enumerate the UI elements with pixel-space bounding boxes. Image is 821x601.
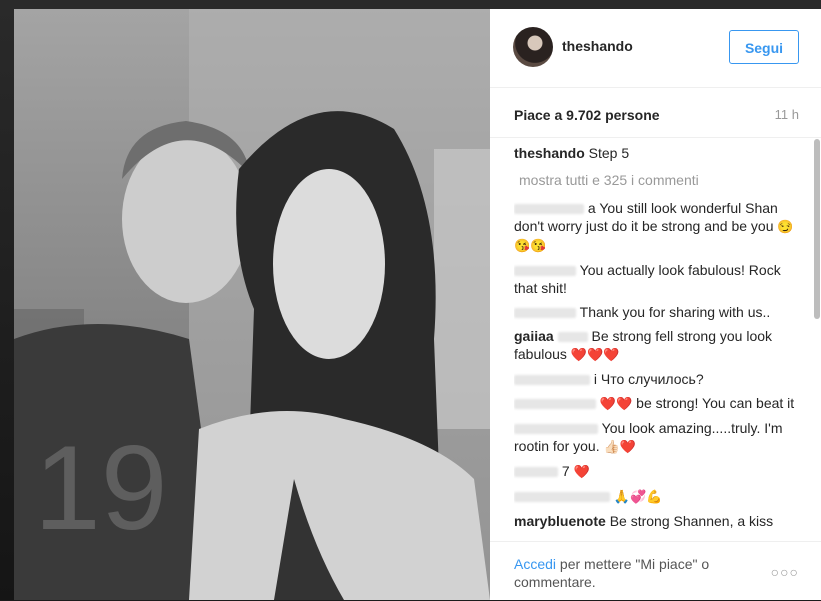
comment-username-redacted bbox=[514, 492, 610, 503]
avatar[interactable] bbox=[513, 27, 553, 67]
comment-username-redacted bbox=[514, 266, 576, 277]
login-link[interactable]: Accedi bbox=[514, 556, 556, 572]
follow-button[interactable]: Segui bbox=[729, 30, 799, 64]
comment-username-redacted bbox=[557, 332, 588, 343]
comment-item: 🙏💞💪 bbox=[514, 487, 806, 506]
post-sidebar: theshando Segui Piace a 9.702 persone 11… bbox=[490, 9, 821, 600]
comment-emoji: 🙏💞💪 bbox=[613, 489, 663, 504]
comment-emoji: 👍🏻❤️ bbox=[603, 439, 636, 454]
comment-text: 7 bbox=[561, 463, 570, 479]
comment-username-redacted bbox=[514, 375, 590, 386]
comment-username-redacted bbox=[514, 204, 584, 215]
more-options-icon[interactable]: ○○○ bbox=[771, 564, 799, 580]
svg-text:19: 19 bbox=[34, 421, 167, 555]
show-all-comments-link[interactable]: mostra tutti e 325 i commenti bbox=[519, 171, 806, 189]
comments-list: theshando Step 5 mostra tutti e 325 i co… bbox=[514, 144, 806, 536]
comment-item: i Что случилось? bbox=[514, 370, 806, 388]
caption-username[interactable]: theshando bbox=[514, 145, 585, 161]
author-username[interactable]: theshando bbox=[562, 38, 633, 54]
comment-item: You actually look fabulous! Rock that sh… bbox=[514, 261, 806, 297]
comment-username-redacted bbox=[514, 308, 576, 319]
post-header: theshando Segui bbox=[490, 9, 821, 88]
comment-username[interactable]: gaiiaa bbox=[514, 328, 554, 344]
scroll-thumb[interactable] bbox=[814, 139, 820, 319]
comment-text: Thank you for sharing with us.. bbox=[579, 304, 771, 320]
comment-item: You look amazing.....truly. I'm rootin f… bbox=[514, 419, 806, 456]
comments-scrollbar[interactable] bbox=[813, 139, 821, 539]
likes-count[interactable]: Piace a 9.702 persone bbox=[514, 107, 660, 123]
comment-emoji: ❤️❤️ bbox=[599, 396, 633, 411]
photo-illustration: 19 bbox=[14, 9, 490, 600]
caption-text: Step 5 bbox=[588, 145, 630, 161]
login-prompt: Accedi per mettere "Mi piace" o commenta… bbox=[514, 555, 754, 591]
comment-text: i Что случилось? bbox=[593, 371, 704, 387]
comment-item: ❤️❤️ be strong! You can beat it bbox=[514, 394, 806, 413]
comment-emoji: ❤️ bbox=[573, 464, 590, 479]
comment-emoji: ❤️❤️❤️ bbox=[570, 347, 620, 362]
comment-username-redacted bbox=[514, 399, 596, 410]
post-footer: Accedi per mettere "Mi piace" o commenta… bbox=[490, 541, 821, 601]
divider bbox=[490, 137, 821, 138]
comment-item: Thank you for sharing with us.. bbox=[514, 303, 806, 321]
comment-item: 7 ❤️ bbox=[514, 462, 806, 481]
comment-item: marybluenote Be strong Shannen, a kiss bbox=[514, 512, 806, 530]
comment-item: gaiiaa Be strong fell strong you look fa… bbox=[514, 327, 806, 364]
comment-item: a You still look wonderful Shan don't wo… bbox=[514, 199, 806, 255]
comment-username-redacted bbox=[514, 467, 558, 478]
caption: theshando Step 5 bbox=[514, 144, 806, 162]
comment-text: Be strong Shannen, a kiss bbox=[609, 513, 774, 529]
post-photo: 19 bbox=[14, 9, 490, 600]
comment-username-redacted bbox=[514, 424, 598, 435]
post-time[interactable]: 11 h bbox=[775, 107, 799, 122]
comment-text: be strong! You can beat it bbox=[636, 395, 795, 411]
comment-username[interactable]: marybluenote bbox=[514, 513, 606, 529]
